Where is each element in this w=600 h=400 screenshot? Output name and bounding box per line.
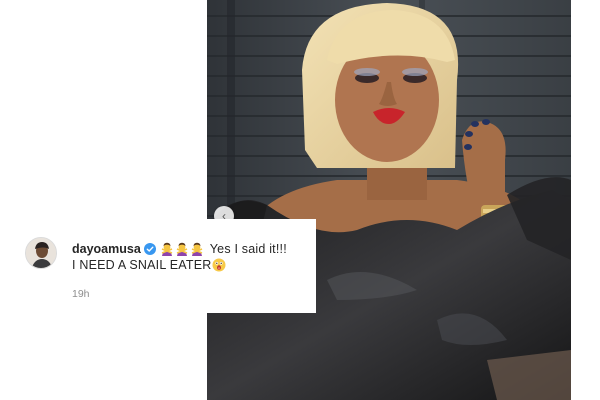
woman-gesturing-no-icon xyxy=(161,242,173,256)
comment-username[interactable]: dayoamusa xyxy=(72,242,141,256)
avatar-image xyxy=(26,238,56,268)
blank-area xyxy=(0,0,207,400)
instagram-post-screenshot: ‹ dayoamusa Yes I said it!!! I NEED A SN… xyxy=(0,0,600,400)
post-photo-illustration xyxy=(207,0,571,400)
face-with-open-mouth-icon xyxy=(212,258,226,272)
blank-area-right xyxy=(571,0,600,400)
verified-badge-icon xyxy=(143,243,156,255)
comment-second-line: I NEED A SNAIL EATER xyxy=(72,258,226,272)
comment-text-line2: I NEED A SNAIL EATER xyxy=(72,258,212,272)
post-photo[interactable] xyxy=(207,0,571,400)
emoji-group xyxy=(160,242,205,256)
woman-gesturing-no-icon xyxy=(191,242,203,256)
comment-card: dayoamusa Yes I said it!!! I NEED A SNAI… xyxy=(8,219,316,313)
comment-first-line: dayoamusa Yes I said it!!! xyxy=(72,241,287,257)
comment-text-line1: Yes I said it!!! xyxy=(209,242,287,256)
avatar[interactable] xyxy=(25,237,57,269)
woman-gesturing-no-icon xyxy=(176,242,188,256)
comment-timestamp[interactable]: 19h xyxy=(72,288,90,300)
